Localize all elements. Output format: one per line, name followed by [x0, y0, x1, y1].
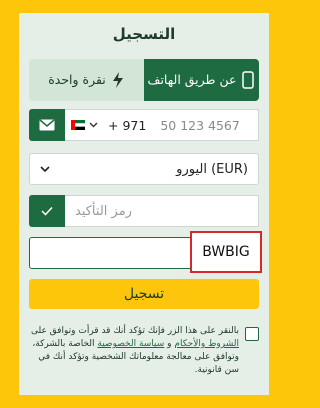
registration-tabs: نقرة واحدة عن طريق الهاتف [29, 59, 259, 101]
phone-row: + 971 50 123 4567 [29, 109, 259, 141]
phone-field[interactable]: + 971 50 123 4567 [65, 109, 259, 141]
agreement-checkbox[interactable] [245, 327, 259, 341]
chevron-down-icon [40, 165, 50, 172]
confirm-code-row: رمز التأكيد [29, 195, 259, 227]
agreement-row: بالنقر على هذا الزر فإنك تؤكد أنك قد قرأ… [29, 325, 259, 377]
tab-one-click-label: نقرة واحدة [48, 72, 106, 88]
chevron-down-icon[interactable] [89, 122, 98, 128]
country-code: + 971 [108, 117, 147, 133]
terms-link[interactable]: الشروط والأحكام [174, 339, 239, 349]
check-icon [41, 206, 53, 216]
email-toggle-button[interactable] [29, 109, 65, 141]
phone-input-placeholder: 50 123 4567 [160, 117, 240, 133]
currency-value: اليورو (EUR) [176, 161, 248, 177]
agreement-text-2: و [164, 339, 175, 350]
captcha-code: BWBIG [190, 231, 262, 273]
tab-phone[interactable]: عن طريق الهاتف [144, 59, 259, 101]
page-title: التسجيل [112, 25, 176, 43]
register-button-label: تسجيل [123, 286, 165, 302]
lightning-icon [112, 72, 123, 88]
confirm-check-button[interactable] [29, 195, 65, 227]
currency-select[interactable]: اليورو (EUR) [29, 153, 259, 185]
uae-flag-icon [71, 120, 85, 130]
agreement-text-1: بالنقر على هذا الزر فإنك تؤكد أنك قد قرأ… [30, 326, 239, 336]
register-button[interactable]: تسجيل [29, 279, 259, 309]
captcha-text: BWBIG [202, 244, 250, 260]
confirm-code-placeholder: رمز التأكيد [75, 203, 132, 219]
registration-card: التسجيل نقرة واحدة عن طريق الهاتف + 971 … [19, 13, 269, 395]
agreement-text: بالنقر على هذا الزر فإنك تؤكد أنك قد قرأ… [29, 325, 239, 377]
tab-one-click[interactable]: نقرة واحدة [29, 59, 144, 101]
privacy-link[interactable]: سياسة الخصوصية [97, 339, 164, 349]
phone-icon [242, 71, 255, 89]
tab-phone-label: عن طريق الهاتف [147, 72, 237, 88]
confirm-code-input[interactable]: رمز التأكيد [65, 195, 259, 227]
envelope-icon [39, 119, 55, 131]
